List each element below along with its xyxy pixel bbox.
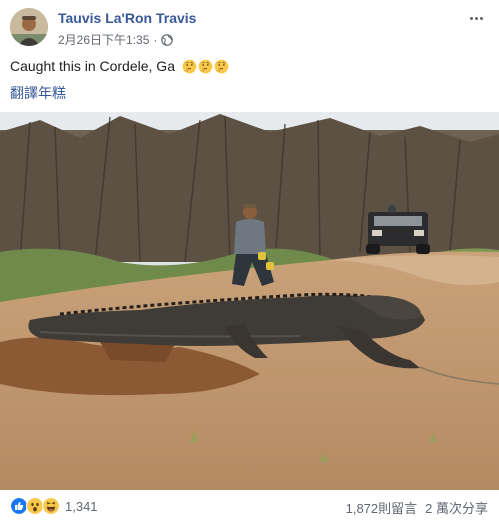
thinking-face-icon [198, 59, 213, 73]
share-count[interactable]: 2 萬次分享 [425, 498, 488, 517]
reaction-count[interactable]: 1,341 [65, 499, 98, 514]
avatar[interactable] [10, 8, 48, 46]
dot-separator: · [153, 32, 158, 47]
author-name[interactable]: Tauvis La'Ron Travis [58, 10, 196, 26]
globe-icon[interactable] [161, 33, 174, 46]
more-options-icon[interactable] [466, 10, 486, 26]
post-footer: 1,341 1,872則留言 2 萬次分享 [10, 497, 490, 519]
engagement-counts: 1,872則留言 2 萬次分享 [346, 498, 488, 517]
caption-text: Caught this in Cordele, Ga [10, 58, 175, 74]
translate-link[interactable]: 翻譯年糕 [10, 83, 66, 103]
thinking-face-icon [214, 59, 229, 73]
post-timestamp[interactable]: 2月26日下午1:35 [58, 31, 149, 48]
comment-count[interactable]: 1,872則留言 [346, 498, 418, 517]
haha-icon [42, 497, 60, 515]
post-meta: 2月26日下午1:35 · [58, 31, 174, 48]
post-caption: Caught this in Cordele, Ga [10, 58, 229, 74]
post-header: Tauvis La'Ron Travis 2月26日下午1:35 · [10, 8, 490, 48]
reactions-summary[interactable]: 1,341 [10, 497, 98, 515]
post-photo[interactable] [0, 112, 499, 490]
thinking-face-icon [182, 59, 197, 73]
alligator-photo [0, 112, 499, 490]
avatar-image [10, 8, 48, 46]
